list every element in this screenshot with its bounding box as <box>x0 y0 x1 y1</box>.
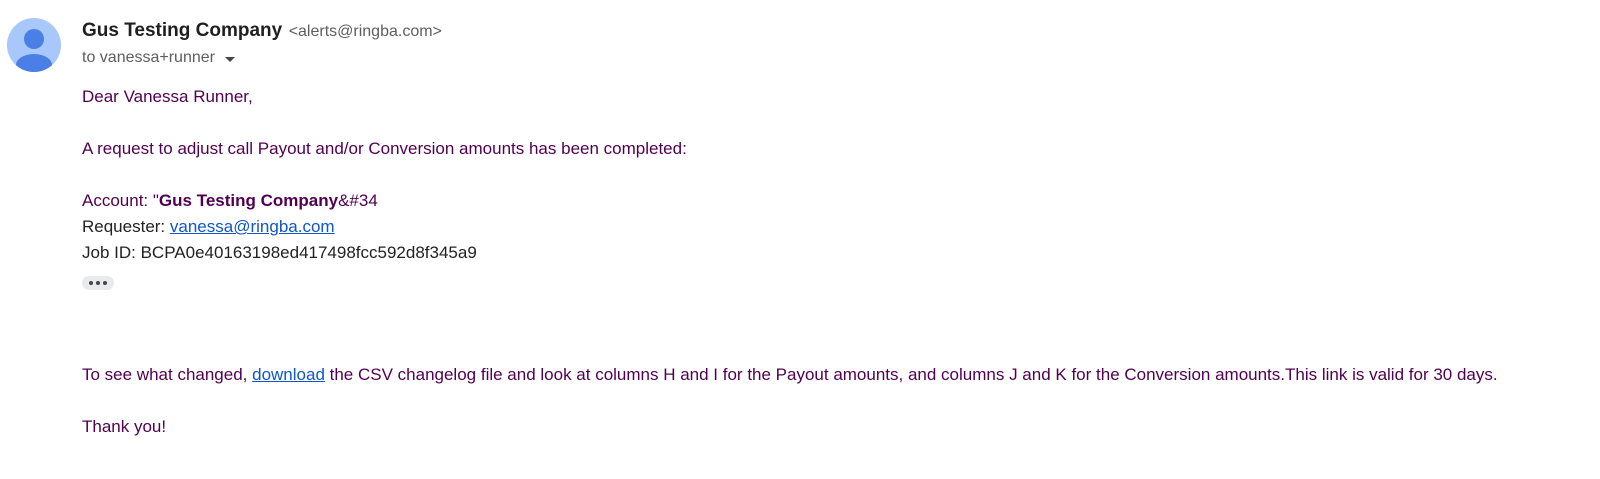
sender-header: Gus Testing Company <alerts@ringba.com> <box>82 19 442 44</box>
requester-line: Requester: vanessa@ringba.com <box>82 214 1592 240</box>
account-prefix: Account: " <box>82 191 159 210</box>
intro-text: A request to adjust call Payout and/or C… <box>82 139 687 158</box>
changelog-prefix: To see what changed, <box>82 365 253 384</box>
more-horiz-icon[interactable] <box>82 276 114 290</box>
closing-text: Thank you! <box>82 417 167 436</box>
requester-label: Requester: <box>82 217 170 236</box>
chevron-down-icon[interactable] <box>224 56 235 62</box>
requester-email-link[interactable]: vanessa@ringba.com <box>170 217 335 236</box>
account-name: Gus Testing Company <box>158 191 339 210</box>
account-line: Account: "Gus Testing Company&#34 <box>82 188 1592 214</box>
job-id-line: Job ID: BCPA0e40163198ed417498fcc592d8f3… <box>82 243 477 262</box>
email-body: Dear Vanessa Runner, A request to adjust… <box>82 84 1592 293</box>
recipient-text: to vanessa+runner <box>82 49 215 66</box>
changelog-line: To see what changed, download the CSV ch… <box>82 362 1592 388</box>
greeting: Dear Vanessa Runner, <box>82 87 253 106</box>
email-message: Gus Testing Company <alerts@ringba.com> … <box>0 0 1600 479</box>
sender-name[interactable]: Gus Testing Company <box>82 20 282 41</box>
changelog-suffix: the CSV changelog file and look at colum… <box>324 365 1498 384</box>
recipient-line: to vanessa+runner <box>82 47 235 69</box>
account-suffix: &#34 <box>338 191 378 210</box>
download-link[interactable]: download <box>252 365 325 384</box>
person-avatar-icon[interactable] <box>7 18 61 72</box>
sender-email: <alerts@ringba.com> <box>288 23 442 40</box>
email-body-trimmed: To see what changed, download the CSV ch… <box>82 362 1592 440</box>
